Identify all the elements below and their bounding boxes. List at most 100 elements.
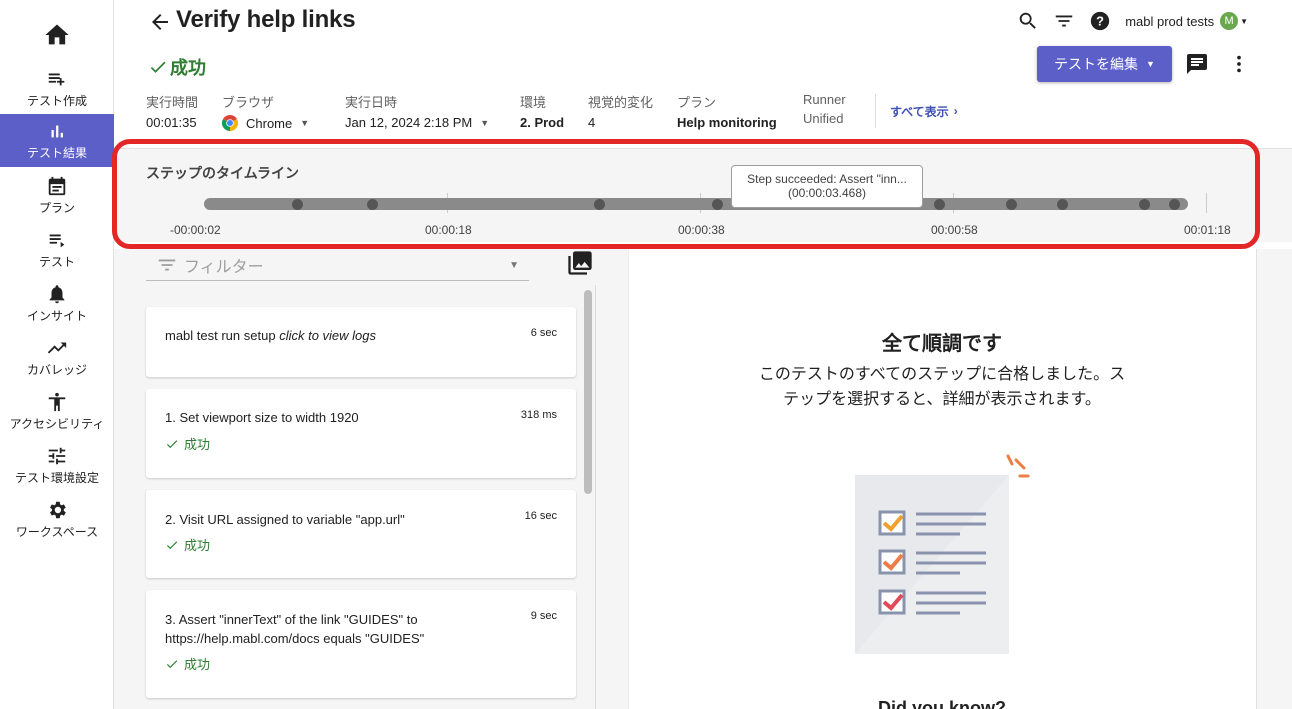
meta-label: 視覚的変化 <box>588 95 654 110</box>
sidebar-item-label: テスト作成 <box>26 93 87 108</box>
sidebar-item-workspace[interactable]: ワークスペース <box>0 494 114 544</box>
check-icon <box>166 540 178 549</box>
sidebar-item-label: プラン <box>38 200 75 215</box>
meta-plan: プラン Help monitoring <box>677 92 777 130</box>
step-card[interactable]: 2. Visit URL assigned to variable "app.u… <box>146 490 576 578</box>
sidebar-item-home[interactable] <box>0 10 114 62</box>
detail-description: このテストのすべてのステップに合格しました。ステップを選択すると、詳細が表示され… <box>758 366 1126 408</box>
meta-run-date[interactable]: 実行日時 Jan 12, 2024 2:18 PM ▼ <box>345 92 489 130</box>
step-card[interactable]: mabl test run setup click to view logs 6… <box>146 307 576 377</box>
step-status-label: 成功 <box>184 437 211 452</box>
chevron-down-icon[interactable]: ▼ <box>1240 17 1248 26</box>
step-title-text: mabl test run setup <box>165 328 276 343</box>
meta-value-container: Jan 12, 2024 2:18 PM ▼ <box>345 115 489 130</box>
step-title: 2. Visit URL assigned to variable "app.u… <box>165 512 405 527</box>
back-arrow-icon[interactable] <box>148 10 172 34</box>
sidebar-item-insights[interactable]: インサイト <box>0 278 114 328</box>
step-duration: 9 sec <box>530 610 557 622</box>
search-icon[interactable] <box>1017 10 1039 32</box>
app-root: テスト作成 テスト結果 プラン テスト インサイト カバレッジ アクセシビリティ <box>0 0 1292 709</box>
meta-label: プラン <box>677 95 717 110</box>
meta-runner: Runner Unified <box>803 92 846 126</box>
photo-library-icon[interactable] <box>566 249 594 277</box>
step-duration: 318 ms <box>520 409 557 421</box>
step-card[interactable]: 3. Assert "innerText" of the link "GUIDE… <box>146 590 576 698</box>
show-all-label: すべて表示 <box>890 104 949 119</box>
meta-value: Chrome <box>246 115 293 131</box>
show-all-link[interactable]: すべて表示 › <box>875 94 958 128</box>
step-title: mabl test run setup click to view logs <box>165 326 505 345</box>
workspace-name[interactable]: mabl prod tests <box>1125 14 1214 29</box>
avatar[interactable]: M <box>1220 12 1239 30</box>
step-card[interactable]: 1. Set viewport size to width 1920 318 m… <box>146 389 576 478</box>
comment-icon[interactable] <box>1185 52 1209 76</box>
meta-value: Jan 12, 2024 2:18 PM <box>345 115 473 130</box>
chevron-down-icon: ▼ <box>1146 59 1155 69</box>
step-title: 3. Assert "innerText" of the link "GUIDE… <box>165 612 425 646</box>
step-status-label: 成功 <box>184 657 211 672</box>
check-icon <box>166 659 178 668</box>
scrollbar-thumb[interactable] <box>584 290 592 494</box>
step-status-label: 成功 <box>184 538 211 553</box>
meta-label: 環境 <box>520 95 547 110</box>
top-toolbar: ? mabl prod tests M ▼ <box>1003 10 1248 32</box>
step-duration: 6 sec <box>530 327 557 339</box>
step-status: 成功 <box>165 434 210 453</box>
more-vert-icon[interactable] <box>1228 52 1250 76</box>
meta-browser[interactable]: ブラウザ Chrome ▼ <box>222 92 309 131</box>
tune-icon <box>48 447 66 464</box>
step-status: 成功 <box>165 654 210 673</box>
meta-value: Help monitoring <box>677 115 777 130</box>
step-status: 成功 <box>165 535 210 554</box>
highlight-annotation <box>112 139 1260 249</box>
sidebar-item-label: カバレッジ <box>26 362 87 377</box>
accessibility-icon <box>48 392 66 411</box>
meta-value: 00:01:35 <box>146 115 197 130</box>
calendar-icon <box>48 176 66 195</box>
panel-gutter <box>1256 249 1292 709</box>
meta-label: 実行時間 <box>146 95 199 110</box>
check-icon <box>166 439 178 448</box>
sidebar-item-create-test[interactable]: テスト作成 <box>0 62 114 114</box>
did-you-know-heading: Did you know? <box>878 698 1006 709</box>
chevron-right-icon: › <box>953 104 958 118</box>
trending-up-icon <box>47 342 67 353</box>
edit-test-button-label: テストを編集 <box>1054 56 1139 72</box>
step-title: 1. Set viewport size to width 1920 <box>165 410 359 425</box>
filter-icon <box>158 259 176 271</box>
sidebar-item-label: アクセシビリティ <box>9 416 105 431</box>
run-status: 成功 <box>148 54 206 80</box>
bar-chart-icon <box>51 125 63 138</box>
sidebar-item-label: テスト環境設定 <box>14 470 99 485</box>
run-status-label: 成功 <box>170 58 206 78</box>
sidebar-item-test-results[interactable]: テスト結果 <box>0 114 114 167</box>
sidebar-item-environment-settings[interactable]: テスト環境設定 <box>0 440 114 490</box>
step-filter-input[interactable]: フィルター ▼ <box>146 250 529 281</box>
filter-placeholder: フィルター <box>184 259 264 276</box>
bell-icon <box>49 284 65 303</box>
meta-duration: 実行時間 00:01:35 <box>146 92 198 130</box>
view-logs-link[interactable]: click to view logs <box>279 328 376 343</box>
sidebar-item-label: インサイト <box>26 308 87 323</box>
svg-text:?: ? <box>1096 14 1104 29</box>
sidebar-item-tests[interactable]: テスト <box>0 224 114 274</box>
filter-icon[interactable] <box>1053 10 1075 32</box>
sidebar-item-label: ワークスペース <box>15 524 99 539</box>
meta-value: 4 <box>588 115 596 130</box>
meta-label: 実行日時 <box>345 95 398 110</box>
meta-label: ブラウザ <box>222 95 275 110</box>
step-duration: 16 sec <box>524 510 557 522</box>
chevron-down-icon: ▼ <box>300 118 310 128</box>
sidebar-item-accessibility[interactable]: アクセシビリティ <box>0 386 114 436</box>
test-list-icon <box>49 234 65 247</box>
sidebar-item-label: テスト結果 <box>26 146 87 160</box>
detail-title: 全て順調です <box>882 333 1002 355</box>
meta-environment: 環境 2. Prod <box>520 92 564 130</box>
meta-label: Runner <box>803 92 846 107</box>
scrollbar-track <box>595 285 596 709</box>
help-icon[interactable]: ? <box>1089 10 1111 32</box>
edit-test-button[interactable]: テストを編集 ▼ <box>1037 46 1172 82</box>
sidebar-item-plans[interactable]: プラン <box>0 170 114 220</box>
sidebar-item-coverage[interactable]: カバレッジ <box>0 332 114 382</box>
gear-icon <box>50 501 66 518</box>
